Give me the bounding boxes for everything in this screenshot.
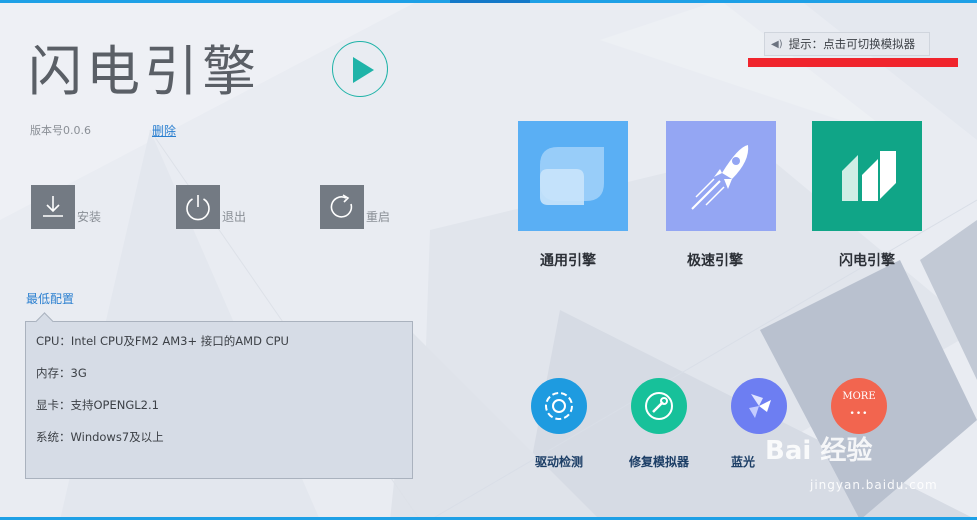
config-os: 系统：Windows7及以上	[36, 430, 164, 444]
watermark-url: jingyan.baidu.com	[810, 478, 938, 492]
lightning-engine-tile[interactable]	[812, 121, 922, 231]
exit-label: 退出	[222, 209, 247, 224]
driver-check-button[interactable]	[531, 378, 587, 434]
more-text: MORE	[842, 391, 876, 402]
app-title: 闪电引擎	[28, 40, 260, 103]
delete-link[interactable]: 删除	[152, 122, 176, 139]
window-top-accent	[450, 0, 530, 3]
general-engine-tile[interactable]	[518, 121, 628, 231]
lightning-engine-icon	[842, 151, 896, 201]
bluelight-button[interactable]	[731, 378, 787, 434]
install-button[interactable]: 安装	[31, 185, 101, 229]
highlight-underline	[748, 58, 958, 67]
launch-play-button[interactable]	[332, 41, 388, 97]
baidu-watermark: Bai 经验	[765, 436, 873, 466]
repair-emulator-label[interactable]: 修复模拟器	[614, 453, 704, 470]
config-gpu: 显卡：支持OPENGL2.1	[36, 398, 159, 412]
rocket-icon	[691, 145, 749, 210]
more-tools-button[interactable]: MORE •••	[831, 378, 887, 434]
version-label: 版本号0.0.6	[30, 124, 91, 137]
min-config-panel: CPU：Intel CPU及FM2 AM3+ 接口的AMD CPU 内存：3G …	[25, 312, 413, 479]
repair-icon	[645, 392, 673, 420]
driver-check-icon	[545, 392, 573, 420]
config-memory: 内存：3G	[36, 366, 87, 380]
config-cpu: CPU：Intel CPU及FM2 AM3+ 接口的AMD CPU	[36, 334, 289, 348]
hint-text: 提示：点击可切换模拟器	[788, 37, 916, 51]
repair-emulator-button[interactable]	[631, 378, 687, 434]
speaker-icon: ◀)	[771, 38, 783, 50]
fast-engine-label[interactable]: 极速引擎	[660, 250, 770, 270]
fast-engine-tile[interactable]	[666, 121, 776, 231]
driver-check-label[interactable]: 驱动检测	[514, 453, 604, 470]
lightning-engine-label[interactable]: 闪电引擎	[812, 250, 922, 270]
more-dots-icon: •••	[849, 409, 869, 419]
exit-button[interactable]: 退出	[176, 185, 246, 229]
download-icon	[31, 185, 75, 229]
power-icon	[176, 185, 220, 229]
general-engine-icon	[540, 147, 604, 205]
restart-label: 重启	[366, 209, 391, 224]
general-engine-label[interactable]: 通用引擎	[513, 250, 623, 270]
switch-emulator-hint[interactable]: ◀) 提示：点击可切换模拟器	[764, 32, 930, 56]
min-config-link[interactable]: 最低配置	[26, 290, 74, 307]
restart-icon	[320, 185, 364, 229]
restart-button[interactable]: 重启	[320, 185, 390, 229]
play-icon	[353, 57, 374, 83]
bluelight-icon	[749, 394, 771, 418]
install-label: 安装	[77, 209, 102, 224]
